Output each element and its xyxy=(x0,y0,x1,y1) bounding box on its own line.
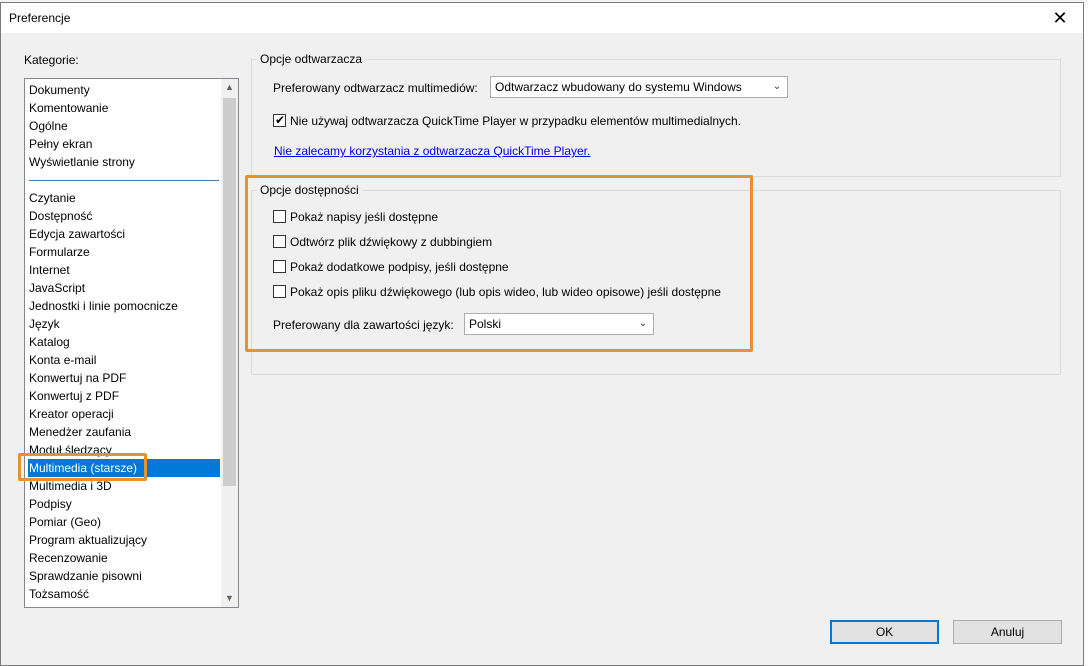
categories-list[interactable]: Dokumenty Komentowanie Ogólne Pełny ekran Wy… xyxy=(24,78,239,608)
list-item[interactable]: Dostępność xyxy=(28,207,92,225)
dialog-title: Preferencje xyxy=(9,11,71,25)
list-item[interactable]: Jednostki i linie pomocnicze xyxy=(28,297,178,315)
list-item[interactable]: Komentowanie xyxy=(28,99,108,117)
chevron-down-icon[interactable]: ⌄ xyxy=(767,77,787,97)
scroll-up-icon[interactable]: ▲ xyxy=(221,79,238,96)
scroll-thumb[interactable] xyxy=(223,98,236,486)
list-item[interactable]: Konta e-mail xyxy=(28,351,96,369)
list-item[interactable]: Sprawdzanie pisowni xyxy=(28,567,142,585)
list-item[interactable]: Podpisy xyxy=(28,495,72,513)
cancel-button[interactable]: Anuluj xyxy=(953,620,1062,644)
list-scrollbar[interactable]: ▲ ▼ xyxy=(221,79,238,607)
preferences-dialog: Preferencje ✕ Kategorie: Dokumenty Koment… xyxy=(0,2,1084,666)
scroll-down-icon[interactable]: ▼ xyxy=(221,590,238,607)
list-item[interactable]: Ogólne xyxy=(28,117,68,135)
checkmark-icon: ✔ xyxy=(275,113,286,127)
list-item[interactable]: Formularze xyxy=(28,243,90,261)
title-bar: Preferencje ✕ xyxy=(1,3,1083,33)
ok-button[interactable]: OK xyxy=(830,620,939,644)
quicktime-info-link[interactable]: Nie zalecamy korzystania z odtwarzacza Q… xyxy=(274,144,590,158)
preferred-player-value: Odtwarzacz wbudowany do systemu Windows xyxy=(495,80,742,94)
list-item[interactable]: Język xyxy=(28,315,60,333)
close-icon[interactable]: ✕ xyxy=(1037,3,1083,33)
list-item[interactable]: Pomiar (Geo) xyxy=(28,513,101,531)
list-item[interactable]: Czytanie xyxy=(28,189,76,207)
list-item[interactable]: Recenzowanie xyxy=(28,549,108,567)
list-item[interactable]: Menedżer zaufania xyxy=(28,423,131,441)
selected-category-highlight xyxy=(18,453,147,481)
quicktime-checkbox-label: Nie używaj odtwarzacza QuickTime Player … xyxy=(290,114,742,128)
list-item[interactable]: Konwertuj z PDF xyxy=(28,387,119,405)
list-item[interactable]: Konwertuj na PDF xyxy=(28,369,126,387)
list-item[interactable]: JavaScript xyxy=(28,279,85,297)
accessibility-highlight xyxy=(245,175,753,352)
categories-label: Kategorie: xyxy=(24,53,79,67)
list-item[interactable]: Kreator operacji xyxy=(28,405,114,423)
list-item[interactable]: Wyświetlanie strony xyxy=(28,153,135,171)
list-item[interactable]: Edycja zawartości xyxy=(28,225,125,243)
player-options-legend: Opcje odtwarzacza xyxy=(257,52,366,66)
preferred-player-label: Preferowany odtwarzacz multimediów: xyxy=(273,81,478,95)
list-item[interactable]: Program aktualizujący xyxy=(28,531,147,549)
list-item[interactable]: Pełny ekran xyxy=(28,135,92,153)
list-item[interactable]: Tożsamość xyxy=(28,585,89,603)
list-item[interactable]: Internet xyxy=(28,261,70,279)
quicktime-checkbox[interactable]: ✔ xyxy=(273,113,286,127)
list-item[interactable]: Katalog xyxy=(28,333,70,351)
list-separator xyxy=(29,180,219,181)
preferred-player-select[interactable]: Odtwarzacz wbudowany do systemu Windows … xyxy=(490,76,788,98)
list-item[interactable]: Dokumenty xyxy=(28,81,90,99)
